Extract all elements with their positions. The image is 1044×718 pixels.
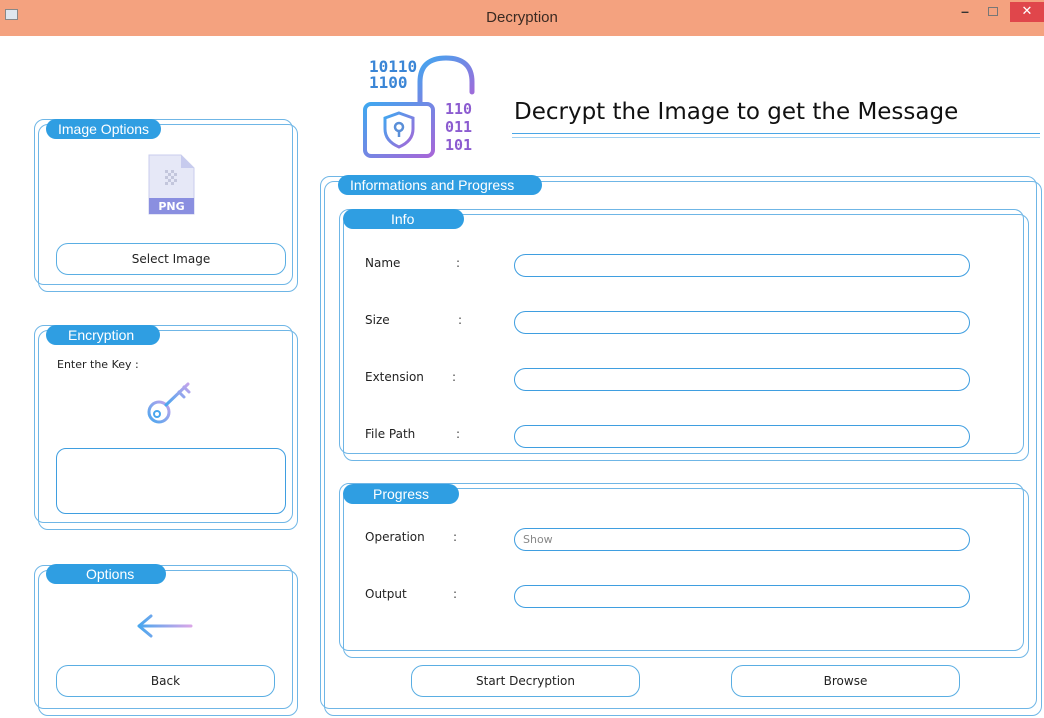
operation-field[interactable]: Show xyxy=(514,528,970,551)
key-icon xyxy=(147,382,191,424)
encryption-title: Encryption xyxy=(46,325,161,345)
back-button[interactable]: Back xyxy=(56,665,275,697)
maximize-button[interactable] xyxy=(985,2,999,22)
heading-underline xyxy=(512,133,1040,134)
key-label: Enter the Key : xyxy=(57,358,139,371)
minimize-button[interactable]: – xyxy=(954,2,976,22)
file-path-field[interactable] xyxy=(514,425,970,448)
extension-label: Extension xyxy=(365,370,424,384)
size-field[interactable] xyxy=(514,311,970,334)
file-path-label: File Path xyxy=(365,427,416,441)
page-heading: Decrypt the Image to get the Message xyxy=(514,99,959,125)
image-options-title: Image Options xyxy=(46,119,162,139)
heading-underline-secondary xyxy=(512,137,1040,138)
key-input[interactable] xyxy=(56,448,286,514)
svg-text:101: 101 xyxy=(445,136,472,154)
browse-button[interactable]: Browse xyxy=(731,665,960,697)
operation-label: Operation xyxy=(365,530,425,544)
name-colon: : xyxy=(456,256,461,270)
window-title: Decryption xyxy=(486,9,558,26)
title-bar: Decryption – ✕ xyxy=(0,0,1044,36)
svg-text:011: 011 xyxy=(445,118,472,136)
extension-colon: : xyxy=(452,370,457,384)
operation-colon: : xyxy=(453,530,458,544)
name-label: Name xyxy=(365,256,401,270)
size-colon: : xyxy=(458,313,463,327)
extension-field[interactable] xyxy=(514,368,970,391)
size-label: Size xyxy=(365,313,390,327)
options-title: Options xyxy=(46,564,167,584)
png-file-badge: PNG xyxy=(158,200,185,213)
info-panel xyxy=(339,209,1029,461)
output-colon: : xyxy=(453,587,458,601)
close-button[interactable]: ✕ xyxy=(1010,2,1044,22)
output-field[interactable] xyxy=(514,585,970,608)
svg-text:110: 110 xyxy=(445,100,472,118)
progress-panel xyxy=(339,483,1029,658)
svg-text:1100: 1100 xyxy=(369,73,408,92)
start-decryption-button[interactable]: Start Decryption xyxy=(411,665,640,697)
progress-title: Progress xyxy=(343,484,460,504)
binary-padlock-shield-icon: 10110 1100 110 011 101 xyxy=(363,55,475,158)
info-title: Info xyxy=(343,209,465,229)
back-arrow-icon xyxy=(137,614,193,638)
output-label: Output xyxy=(365,587,407,601)
info-progress-title: Informations and Progress xyxy=(338,175,543,195)
select-image-button[interactable]: Select Image xyxy=(56,243,286,275)
name-field[interactable] xyxy=(514,254,970,277)
file-path-colon: : xyxy=(456,427,461,441)
